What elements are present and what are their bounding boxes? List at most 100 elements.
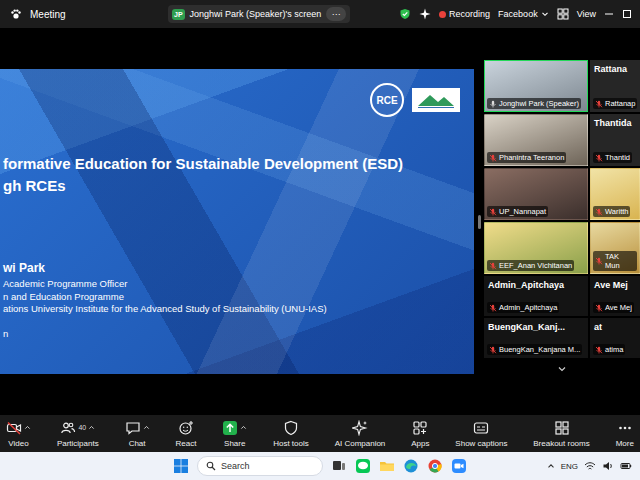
toolbar-button[interactable]: Host tools: [273, 420, 309, 448]
chevron-up-icon[interactable]: [24, 424, 31, 431]
participant-name-tag: UP_Nannapat: [487, 206, 548, 217]
livestream-menu[interactable]: Facebook: [498, 9, 549, 19]
presentation-slide: RCE formative Education for Sustainable …: [0, 69, 474, 374]
participant-tile[interactable]: at atima: [590, 318, 640, 358]
recording-dot-icon: [439, 11, 446, 18]
chevron-up-icon[interactable]: [547, 462, 555, 470]
participant-gallery: Jonghwi Park (Speaker) Rattana Rattanap P…: [484, 28, 640, 415]
breakout-rooms-icon: [554, 420, 570, 436]
participant-tile[interactable]: BuengKan_Kanj... BuengKan_Kanjana M...: [484, 318, 588, 358]
participant-tile[interactable]: Ave Mej Ave Mej: [590, 276, 640, 316]
participant-name-tag: Jonghwi Park (Speaker): [487, 98, 581, 109]
participant-count: 40: [78, 424, 86, 431]
panel-divider[interactable]: [474, 28, 484, 415]
toolbar-button[interactable]: More: [616, 420, 634, 448]
speaker-icon[interactable]: [602, 460, 614, 472]
mic-muted-icon: [595, 100, 603, 108]
edge-browser-icon[interactable]: [403, 458, 419, 474]
participant-name-tag: Rattanap: [593, 98, 637, 109]
maximize-icon[interactable]: [622, 9, 632, 19]
line-app-icon[interactable]: [355, 458, 371, 474]
folder-icon[interactable]: [379, 458, 395, 474]
video-camera-icon: [6, 420, 22, 436]
participant-name-tag: Admin_Apitchaya: [487, 302, 559, 313]
more-dots-icon: [617, 420, 633, 436]
participant-tile[interactable]: Admin_Apitchaya Admin_Apitchaya: [484, 276, 588, 316]
participant-tile[interactable]: Waritth: [590, 168, 640, 220]
meeting-toolbar: Video 40 Participants Chat React Share H…: [0, 415, 640, 452]
participant-header: BuengKan_Kanj...: [487, 321, 585, 332]
chevron-up-icon[interactable]: [240, 424, 247, 431]
participants-icon: [60, 420, 76, 436]
battery-icon[interactable]: [620, 460, 632, 472]
sparkle-icon[interactable]: [419, 8, 431, 20]
drag-handle-icon[interactable]: [478, 215, 481, 229]
mic-muted-icon: [595, 304, 603, 312]
search-icon: [206, 461, 216, 471]
recording-indicator[interactable]: Recording: [439, 9, 490, 19]
toolbar-button[interactable]: Video: [6, 420, 31, 448]
toolbar-button[interactable]: Share: [222, 420, 247, 448]
chevron-down-icon[interactable]: [557, 364, 567, 374]
participant-tile[interactable]: Phanintra Teeranon: [484, 114, 588, 166]
chevron-up-icon[interactable]: [143, 424, 150, 431]
share-indicator[interactable]: JP Jonghwi Park (Speaker)'s screen ···: [168, 5, 350, 23]
participant-name-tag: Thantid: [593, 152, 632, 163]
toolbar-button[interactable]: Apps: [411, 420, 429, 448]
participant-tile[interactable]: EEF_Anan Vichitanan: [484, 222, 588, 274]
participant-name-tag: EEF_Anan Vichitanan: [487, 260, 574, 271]
shield-icon[interactable]: [399, 8, 411, 20]
participant-name-tag: Phanintra Teeranon: [487, 152, 566, 163]
chevron-up-icon[interactable]: [88, 424, 95, 431]
toolbar-button[interactable]: Show captions: [455, 420, 507, 448]
windows-logo-icon[interactable]: [173, 458, 189, 474]
chevron-down-icon: [541, 10, 549, 18]
minimize-icon[interactable]: [604, 9, 614, 19]
chrome-browser-icon[interactable]: [427, 458, 443, 474]
wifi-icon[interactable]: [584, 460, 596, 472]
participant-name-tag: Waritth: [593, 206, 630, 217]
mic-muted-icon: [489, 304, 497, 312]
mic-muted-icon: [595, 257, 603, 265]
apps-icon: [412, 420, 428, 436]
share-label: Jonghwi Park (Speaker)'s screen: [190, 9, 322, 19]
rce-logo: RCE: [370, 83, 404, 117]
toolbar-button[interactable]: Breakout rooms: [533, 420, 589, 448]
mic-muted-icon: [595, 208, 603, 216]
participant-tile[interactable]: Thantida Thantid: [590, 114, 640, 166]
participant-header: Admin_Apitchaya: [487, 279, 585, 290]
share-screen-icon: [222, 420, 238, 436]
zoom-app-icon[interactable]: [451, 458, 467, 474]
share-menu-button[interactable]: ···: [326, 7, 346, 21]
toolbar-button[interactable]: AI Companion: [335, 420, 386, 448]
paw-icon: [10, 8, 22, 20]
participant-name-tag: BuengKan_Kanjana M...: [487, 344, 582, 355]
participant-header: Rattana: [593, 63, 637, 74]
window-title: Meeting: [30, 9, 66, 20]
toolbar-button[interactable]: 40 Participants: [57, 420, 99, 448]
mic-muted-icon: [489, 262, 497, 270]
mic-icon: [489, 100, 497, 108]
chat-bubble-icon: [125, 420, 141, 436]
slide-footer: n: [3, 328, 460, 339]
toolbar-button[interactable]: React: [175, 420, 196, 448]
zoom-meeting-window: Meeting JP Jonghwi Park (Speaker)'s scre…: [0, 0, 640, 480]
presenter-badge: JP: [172, 9, 185, 20]
participant-header: Thantida: [593, 117, 637, 128]
participant-tile[interactable]: UP_Nannapat: [484, 168, 588, 220]
participant-tile[interactable]: Jonghwi Park (Speaker): [484, 60, 588, 112]
mountain-icon: [416, 91, 456, 109]
language-indicator[interactable]: ENG: [561, 462, 578, 471]
mic-muted-icon: [489, 208, 497, 216]
toolbar-button[interactable]: Chat: [125, 420, 150, 448]
task-view-icon[interactable]: [331, 458, 347, 474]
mic-muted-icon: [489, 154, 497, 162]
grid-icon[interactable]: [557, 8, 569, 20]
participant-name-tag: atima: [593, 344, 625, 355]
view-button[interactable]: View: [577, 9, 596, 19]
participant-header: Ave Mej: [593, 279, 637, 290]
title-bar: Meeting JP Jonghwi Park (Speaker)'s scre…: [0, 0, 640, 28]
participant-tile[interactable]: TAK Mun: [590, 222, 640, 274]
taskbar-search[interactable]: Search: [197, 456, 323, 476]
participant-tile[interactable]: Rattana Rattanap: [590, 60, 640, 112]
